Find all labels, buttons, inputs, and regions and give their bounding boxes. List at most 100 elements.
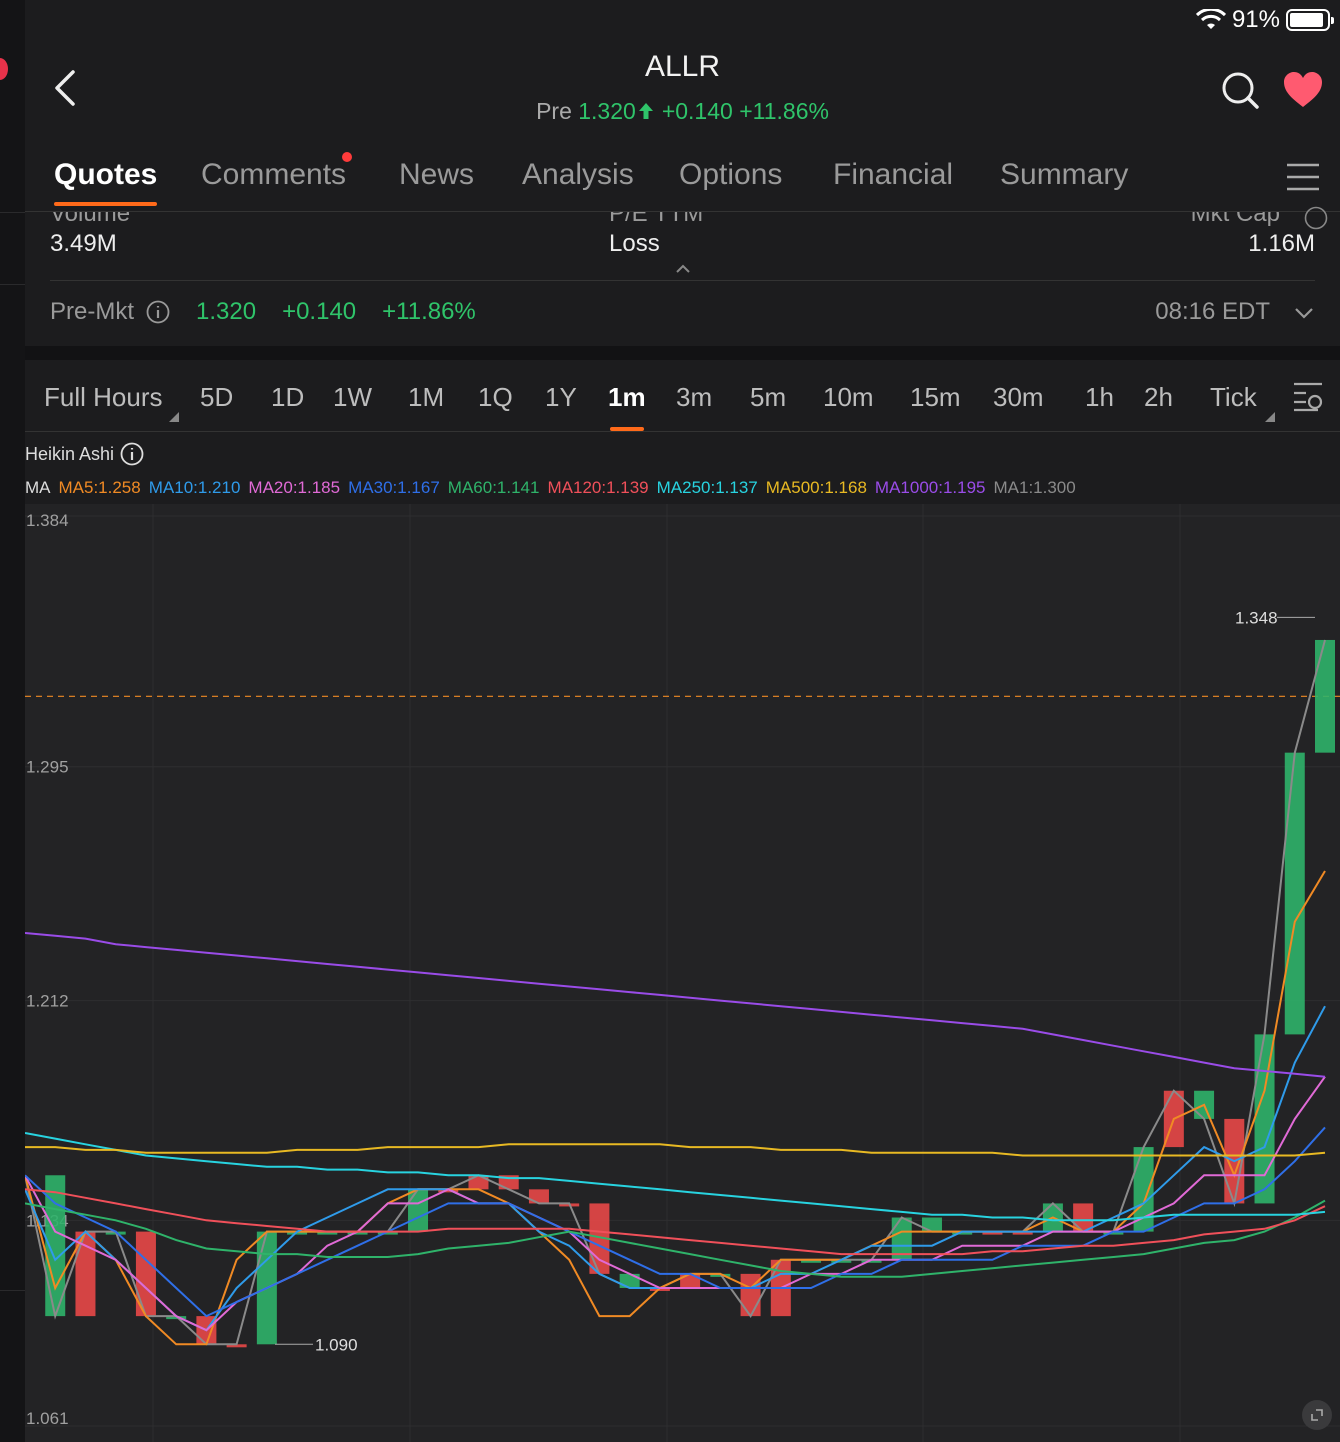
tab-label: Summary: [1000, 158, 1129, 191]
tab-summary[interactable]: Summary: [1000, 158, 1128, 192]
period-label: 30m: [993, 382, 1044, 412]
period-label: 10m: [823, 382, 874, 412]
ma-legend-item: MA10:1.210: [148, 478, 241, 497]
info-icon[interactable]: [146, 300, 170, 324]
candle-up: [1284, 752, 1305, 1035]
expand-icon[interactable]: [1302, 1400, 1332, 1430]
chart-settings-icon[interactable]: [1292, 380, 1326, 412]
chart-header: Heikin Ashi MA MA5:1.258 MA10:1.210 MA20:1…: [25, 432, 1340, 504]
expand-glyph: [1311, 1409, 1323, 1421]
left-edge-strip: [0, 0, 25, 1442]
tab-quotes[interactable]: Quotes: [54, 158, 158, 206]
active-tab-underline: [54, 202, 158, 206]
status-bar: 91%: [1195, 0, 1334, 40]
ma-legend-item: MA5:1.258: [58, 478, 141, 497]
heart-icon[interactable]: [1282, 70, 1324, 110]
period-5m[interactable]: 5m: [750, 382, 786, 413]
menu-icon[interactable]: [1286, 162, 1320, 192]
search-icon[interactable]: [1220, 70, 1260, 110]
period-1y[interactable]: 1Y: [545, 382, 577, 413]
premarket-label-group: Pre-Mkt: [50, 298, 170, 326]
period-label: 1Y: [545, 382, 577, 412]
period-15m[interactable]: 15m: [910, 382, 961, 413]
chevron-down-icon[interactable]: [1294, 306, 1314, 320]
candle-up: [921, 1217, 942, 1232]
premarket-label: Pre-Mkt: [50, 298, 134, 325]
period-10m[interactable]: 10m: [823, 382, 874, 413]
tab-financial[interactable]: Financial: [833, 158, 953, 192]
y-tick-label: 1.061: [26, 1409, 69, 1428]
collapse-caret-icon[interactable]: [675, 264, 691, 274]
tab-comments[interactable]: Comments: [201, 152, 353, 192]
period-3m[interactable]: 3m: [676, 382, 712, 413]
period-selector: Full Hours 5D 1D 1W 1M 1Q 1Y 1m 3m 5m 10…: [25, 360, 1340, 432]
ma-line: [25, 1143, 1326, 1157]
price-chart[interactable]: 1.3841.2951.2121.1341.0611.3481.090: [25, 504, 1340, 1442]
section-gap: [25, 346, 1340, 360]
ma-legend-item: MA1000:1.195: [874, 478, 986, 497]
notification-dot: [0, 58, 8, 80]
tab-label: Options: [679, 158, 783, 191]
period-tick[interactable]: Tick: [1210, 382, 1257, 413]
chart-type[interactable]: Heikin Ashi: [25, 442, 144, 466]
edge-divider: [0, 212, 25, 213]
pre-label: Pre: [536, 98, 572, 124]
candle-up: [1315, 639, 1335, 753]
ma-legend-item: MA30:1.167: [348, 478, 440, 497]
ma-legend-item: MA1:1.300: [993, 478, 1076, 497]
tab-bar: Quotes Comments News Analysis Options Fi…: [25, 140, 1340, 212]
period-full-hours[interactable]: Full Hours: [44, 382, 162, 413]
tab-analysis[interactable]: Analysis: [522, 158, 634, 192]
tab-label: News: [399, 158, 475, 191]
period-label: 1W: [333, 382, 372, 412]
moving-average-legend: MA MA5:1.258 MA10:1.210 MA20:1.185 MA30:1.1…: [25, 478, 1076, 498]
period-1m-month[interactable]: 1M: [408, 382, 444, 413]
y-tick-label: 1.384: [26, 511, 69, 530]
period-label: 1D: [271, 382, 305, 412]
ma-line: [25, 1188, 1326, 1256]
divider: [50, 280, 1315, 281]
candle-up: [619, 1273, 640, 1288]
dropdown-corner-icon: [169, 412, 179, 422]
pre-change-pct: +11.86%: [739, 98, 829, 124]
info-circle-icon: [1304, 206, 1328, 230]
stats-panel: Volume 3.49M P/E TTM Loss Mkt Cap 1.16M …: [25, 206, 1340, 346]
low-label: 1.090: [315, 1335, 358, 1354]
tab-news[interactable]: News: [399, 158, 474, 192]
period-5d[interactable]: 5D: [200, 382, 233, 413]
battery-icon: [1286, 9, 1334, 31]
period-label: Full Hours: [44, 382, 163, 412]
mktcap-value: 1.16M: [1248, 230, 1315, 257]
tab-options[interactable]: Options: [679, 158, 782, 192]
y-tick-label: 1.295: [26, 758, 69, 777]
ma-line: [25, 1076, 1326, 1332]
ticker-title: ALLR: [644, 50, 721, 83]
ma-legend-item: MA60:1.141: [447, 478, 540, 497]
period-1m-minute[interactable]: 1m: [608, 382, 646, 431]
period-2h[interactable]: 2h: [1144, 382, 1173, 413]
pre-quote: Pre 1.320 +0.140 +11.86%: [25, 98, 1340, 125]
period-1w[interactable]: 1W: [333, 382, 372, 413]
premarket-change: +0.140: [282, 298, 357, 325]
premarket-change-pct: +11.86%: [382, 298, 476, 325]
period-label: 5m: [750, 382, 787, 412]
chart-svg: 1.3841.2951.2121.1341.0611.3481.090: [25, 504, 1340, 1442]
high-label: 1.348: [1235, 608, 1278, 627]
candle-down: [680, 1273, 701, 1288]
header: ALLR Pre 1.320 +0.140 +11.86%: [25, 40, 1340, 140]
period-label: 1Q: [478, 382, 513, 412]
premarket-price: 1.320: [196, 298, 257, 325]
candle-down: [468, 1175, 489, 1190]
period-label: 1M: [408, 382, 445, 412]
period-label: 3m: [676, 382, 713, 412]
period-30m[interactable]: 30m: [993, 382, 1044, 413]
tab-label: Analysis: [522, 158, 634, 191]
pre-price: 1.320: [578, 98, 636, 124]
period-label: 2h: [1144, 382, 1173, 412]
dropdown-corner-icon: [1265, 412, 1275, 422]
period-1h[interactable]: 1h: [1085, 382, 1114, 413]
period-1q[interactable]: 1Q: [478, 382, 513, 413]
tab-label: Financial: [833, 158, 954, 191]
period-1d[interactable]: 1D: [271, 382, 304, 413]
info-icon[interactable]: [120, 442, 144, 466]
